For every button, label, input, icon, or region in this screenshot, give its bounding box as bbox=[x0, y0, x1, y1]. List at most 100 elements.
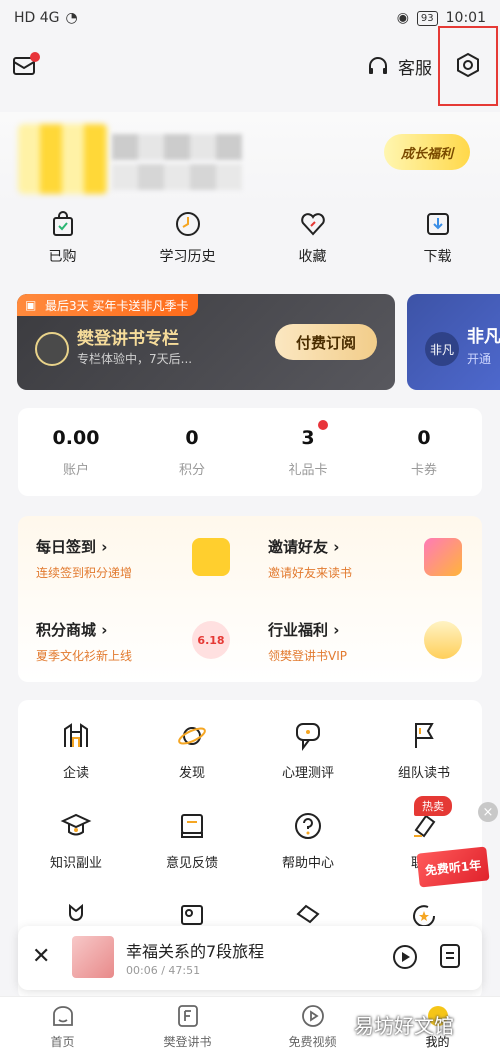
service-label: 知识副业 bbox=[49, 856, 102, 871]
close-player-icon[interactable]: ✕ bbox=[32, 944, 50, 969]
feifan-logo-icon: 非凡 bbox=[425, 332, 459, 366]
heart-icon bbox=[300, 213, 325, 236]
chat-bubble-icon bbox=[296, 723, 320, 751]
stat-points[interactable]: 0 积分 bbox=[134, 408, 250, 496]
stat-coupons[interactable]: 0 卡券 bbox=[366, 408, 482, 496]
stat-label: 账户 bbox=[62, 462, 89, 478]
task-title: 每日签到 › bbox=[36, 538, 108, 556]
quick-history[interactable]: 学习历史 bbox=[125, 210, 250, 288]
tab-label: 樊登讲书 bbox=[163, 1034, 212, 1049]
service-psych-test[interactable]: 心理测评 bbox=[250, 720, 366, 810]
settings-button[interactable] bbox=[438, 26, 498, 106]
stat-value: 0.00 bbox=[52, 426, 100, 449]
promo-title: 樊登讲书专栏 bbox=[77, 329, 179, 349]
task-title: 邀请好友 › bbox=[268, 538, 340, 556]
graduation-cap-icon bbox=[60, 813, 92, 836]
feifan-promo-card[interactable]: 非凡 非凡 开通 bbox=[407, 294, 500, 390]
service-label: 发现 bbox=[178, 766, 205, 781]
account-stats: 0.00 账户 0 积分 3 礼品卡 0 卡券 bbox=[18, 408, 482, 496]
close-floating-ad-button[interactable]: × bbox=[478, 802, 498, 822]
task-title: 行业福利 › bbox=[268, 621, 340, 639]
top-header: 客服 bbox=[0, 26, 500, 106]
stat-label: 积分 bbox=[178, 462, 205, 478]
watermark: 易坊好文馆 bbox=[354, 1014, 454, 1038]
planet-icon bbox=[178, 727, 206, 745]
eye-icon: ◉ bbox=[396, 10, 409, 26]
service-side-knowledge[interactable]: 知识副业 bbox=[18, 810, 134, 900]
stat-value: 0 bbox=[417, 426, 431, 449]
customer-service-button[interactable]: 客服 bbox=[366, 54, 432, 79]
mini-player[interactable]: ✕ 幸福关系的7段旅程 00:06 / 47:51 bbox=[18, 926, 482, 990]
sale-618-icon: 6.18 bbox=[192, 621, 230, 659]
quick-purchased[interactable]: 已购 bbox=[0, 210, 125, 288]
tab-label: 免费视频 bbox=[288, 1034, 337, 1049]
promo-tag-text: 最后3天 买年卡送非凡季卡 bbox=[45, 298, 189, 313]
status-bar: HD 4G ◔ ◉ 93 10:01 bbox=[0, 0, 500, 36]
promo-tag: ▣ 最后3天 买年卡送非凡季卡 bbox=[17, 294, 199, 316]
network-indicator: HD 4G bbox=[14, 10, 60, 26]
task-daily-checkin[interactable]: 每日签到 › 连续签到积分递增 bbox=[18, 516, 250, 599]
feifan-title: 非凡 bbox=[467, 327, 500, 347]
profile-section: 成长福利 bbox=[0, 112, 500, 204]
player-time: 00:06 / 47:51 bbox=[126, 964, 201, 977]
tab-fandeng-books[interactable]: 樊登讲书 bbox=[125, 997, 250, 1055]
column-promo-card[interactable]: ▣ 最后3天 买年卡送非凡季卡 樊登讲书专栏 专栏体验中，7天后... 付费订阅 bbox=[17, 294, 395, 390]
tasks-card: 每日签到 › 连续签到积分递增 邀请好友 › 邀请好友来读书 积分商城 › 夏季… bbox=[18, 516, 482, 682]
quick-download[interactable]: 下载 bbox=[375, 210, 500, 288]
play-icon[interactable] bbox=[392, 944, 418, 970]
tab-label: 首页 bbox=[50, 1034, 75, 1049]
quick-label: 收藏 bbox=[298, 249, 327, 265]
service-help-center[interactable]: 帮助中心 bbox=[250, 810, 366, 900]
quick-favorites[interactable]: 收藏 bbox=[250, 210, 375, 288]
service-label: 帮助中心 bbox=[281, 856, 334, 871]
book-f-icon bbox=[177, 1004, 198, 1027]
task-invite-friends[interactable]: 邀请好友 › 邀请好友来读书 bbox=[250, 516, 482, 599]
gear-icon bbox=[457, 52, 479, 78]
customer-service-label: 客服 bbox=[398, 59, 432, 79]
column-logo-icon bbox=[35, 332, 69, 366]
service-qidu[interactable]: 企读 bbox=[18, 720, 134, 810]
headset-icon bbox=[369, 56, 387, 74]
stat-gift-cards[interactable]: 3 礼品卡 bbox=[250, 408, 366, 496]
wifi-icon: ◔ bbox=[65, 10, 78, 26]
notification-dot bbox=[30, 52, 40, 62]
service-feedback[interactable]: 意见反馈 bbox=[134, 810, 250, 900]
mail-button[interactable] bbox=[12, 52, 40, 78]
free-listen-ad[interactable]: 免费听1年 bbox=[416, 846, 490, 888]
clock-time: 10:01 bbox=[445, 10, 486, 26]
player-title: 幸福关系的7段旅程 bbox=[126, 942, 265, 961]
subscribe-button[interactable]: 付费订阅 bbox=[275, 324, 377, 360]
username-blurred bbox=[112, 134, 242, 160]
hot-sale-badge: 热卖 bbox=[414, 796, 452, 816]
avatar[interactable] bbox=[18, 124, 108, 194]
clock-icon bbox=[175, 212, 200, 236]
service-label: 意见反馈 bbox=[165, 856, 218, 871]
service-label: 企读 bbox=[62, 766, 89, 781]
stat-account[interactable]: 0.00 账户 bbox=[18, 408, 134, 496]
flag-icon bbox=[415, 723, 434, 748]
feifan-subtitle: 开通 bbox=[467, 352, 492, 366]
gift-icon: ▣ bbox=[25, 298, 37, 312]
home-icon bbox=[52, 1005, 73, 1026]
quick-actions: 已购 学习历史 收藏 下载 bbox=[0, 210, 500, 288]
service-discover[interactable]: 发现 bbox=[134, 720, 250, 810]
calendar-check-icon bbox=[192, 538, 230, 576]
feedback-icon bbox=[181, 814, 203, 838]
stat-label: 礼品卡 bbox=[288, 462, 328, 478]
battery-indicator: 93 bbox=[416, 10, 438, 26]
tab-home[interactable]: 首页 bbox=[0, 997, 125, 1055]
video-play-icon bbox=[301, 1004, 324, 1027]
task-points-mall[interactable]: 积分商城 › 夏季文化衫新上线 6.18 bbox=[18, 599, 250, 682]
bag-check-icon bbox=[52, 211, 73, 236]
growth-benefits-badge[interactable]: 成长福利 bbox=[384, 134, 470, 170]
service-label: 心理测评 bbox=[281, 766, 334, 781]
notification-dot bbox=[318, 420, 328, 430]
download-icon bbox=[426, 213, 449, 235]
gift-box-icon bbox=[424, 538, 462, 576]
building-icon bbox=[64, 723, 88, 747]
prize-icon bbox=[424, 621, 462, 659]
playlist-icon[interactable] bbox=[438, 942, 462, 970]
task-industry-benefit[interactable]: 行业福利 › 领樊登讲书VIP bbox=[250, 599, 482, 682]
task-subtitle: 领樊登讲书VIP bbox=[268, 649, 347, 663]
promo-subtitle: 专栏体验中，7天后... bbox=[77, 352, 193, 366]
